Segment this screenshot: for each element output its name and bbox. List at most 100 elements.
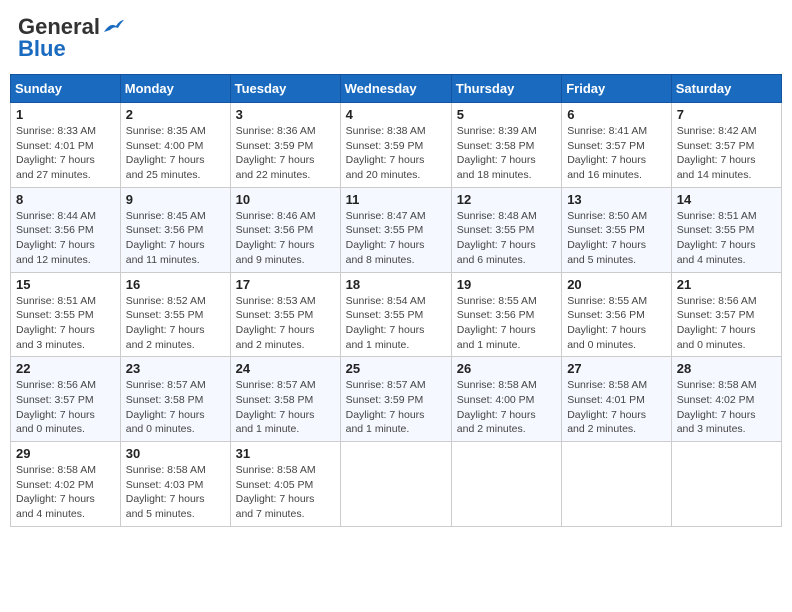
day-info: Sunrise: 8:57 AM Sunset: 3:58 PM Dayligh… <box>236 378 335 437</box>
calendar-day-cell: 24 Sunrise: 8:57 AM Sunset: 3:58 PM Dayli… <box>230 357 340 442</box>
calendar-day-cell: 23 Sunrise: 8:57 AM Sunset: 3:58 PM Dayli… <box>120 357 230 442</box>
calendar-day-cell: 10Sunrise: 8:46 AM Sunset: 3:56 PM Dayli… <box>230 187 340 272</box>
day-number: 13 <box>567 192 666 207</box>
day-of-week-header: Monday <box>120 75 230 103</box>
day-info: Sunrise: 8:58 AM Sunset: 4:01 PM Dayligh… <box>567 378 666 437</box>
day-of-week-header: Friday <box>562 75 672 103</box>
calendar-day-cell: 12 Sunrise: 8:48 AM Sunset: 3:55 PM Dayli… <box>451 187 561 272</box>
calendar-day-cell <box>562 442 672 527</box>
day-info: Sunrise: 8:55 AM Sunset: 3:56 PM Dayligh… <box>457 294 556 353</box>
day-info: Sunrise: 8:33 AM Sunset: 4:01 PM Dayligh… <box>16 124 115 183</box>
day-number: 11 <box>346 192 446 207</box>
day-info: Sunrise: 8:35 AM Sunset: 4:00 PM Dayligh… <box>126 124 225 183</box>
calendar-day-cell: 17Sunrise: 8:53 AM Sunset: 3:55 PM Dayli… <box>230 272 340 357</box>
day-info: Sunrise: 8:58 AM Sunset: 4:02 PM Dayligh… <box>16 463 115 522</box>
calendar-day-cell: 1 Sunrise: 8:33 AM Sunset: 4:01 PM Daylig… <box>11 103 121 188</box>
calendar-day-cell: 31Sunrise: 8:58 AM Sunset: 4:05 PM Dayli… <box>230 442 340 527</box>
calendar-week-row: 22 Sunrise: 8:56 AM Sunset: 3:57 PM Dayli… <box>11 357 782 442</box>
day-number: 7 <box>677 107 776 122</box>
day-info: Sunrise: 8:47 AM Sunset: 3:55 PM Dayligh… <box>346 209 446 268</box>
day-number: 20 <box>567 277 666 292</box>
calendar-day-cell: 15 Sunrise: 8:51 AM Sunset: 3:55 PM Dayli… <box>11 272 121 357</box>
day-number: 27 <box>567 361 666 376</box>
day-number: 8 <box>16 192 115 207</box>
calendar-day-cell: 25Sunrise: 8:57 AM Sunset: 3:59 PM Dayli… <box>340 357 451 442</box>
day-of-week-header: Tuesday <box>230 75 340 103</box>
day-number: 30 <box>126 446 225 461</box>
day-number: 9 <box>126 192 225 207</box>
day-number: 10 <box>236 192 335 207</box>
calendar-day-cell <box>671 442 781 527</box>
calendar-day-cell: 11 Sunrise: 8:47 AM Sunset: 3:55 PM Dayli… <box>340 187 451 272</box>
calendar-header-row: SundayMondayTuesdayWednesdayThursdayFrid… <box>11 75 782 103</box>
day-number: 17 <box>236 277 335 292</box>
calendar-day-cell: 29 Sunrise: 8:58 AM Sunset: 4:02 PM Dayli… <box>11 442 121 527</box>
day-info: Sunrise: 8:58 AM Sunset: 4:00 PM Dayligh… <box>457 378 556 437</box>
day-number: 22 <box>16 361 115 376</box>
calendar-day-cell: 21 Sunrise: 8:56 AM Sunset: 3:57 PM Dayli… <box>671 272 781 357</box>
calendar-day-cell: 28 Sunrise: 8:58 AM Sunset: 4:02 PM Dayli… <box>671 357 781 442</box>
calendar-day-cell: 13 Sunrise: 8:50 AM Sunset: 3:55 PM Dayli… <box>562 187 672 272</box>
calendar-day-cell: 8 Sunrise: 8:44 AM Sunset: 3:56 PM Daylig… <box>11 187 121 272</box>
day-number: 6 <box>567 107 666 122</box>
day-number: 23 <box>126 361 225 376</box>
day-info: Sunrise: 8:38 AM Sunset: 3:59 PM Dayligh… <box>346 124 446 183</box>
day-info: Sunrise: 8:52 AM Sunset: 3:55 PM Dayligh… <box>126 294 225 353</box>
day-info: Sunrise: 8:58 AM Sunset: 4:05 PM Dayligh… <box>236 463 335 522</box>
day-info: Sunrise: 8:54 AM Sunset: 3:55 PM Dayligh… <box>346 294 446 353</box>
day-number: 21 <box>677 277 776 292</box>
day-number: 12 <box>457 192 556 207</box>
day-info: Sunrise: 8:50 AM Sunset: 3:55 PM Dayligh… <box>567 209 666 268</box>
day-number: 29 <box>16 446 115 461</box>
day-info: Sunrise: 8:41 AM Sunset: 3:57 PM Dayligh… <box>567 124 666 183</box>
logo: General Blue <box>18 14 124 62</box>
day-number: 16 <box>126 277 225 292</box>
day-info: Sunrise: 8:56 AM Sunset: 3:57 PM Dayligh… <box>677 294 776 353</box>
day-of-week-header: Thursday <box>451 75 561 103</box>
calendar-day-cell: 5 Sunrise: 8:39 AM Sunset: 3:58 PM Daylig… <box>451 103 561 188</box>
calendar-day-cell <box>451 442 561 527</box>
calendar-day-cell: 19Sunrise: 8:55 AM Sunset: 3:56 PM Dayli… <box>451 272 561 357</box>
day-info: Sunrise: 8:36 AM Sunset: 3:59 PM Dayligh… <box>236 124 335 183</box>
calendar-day-cell: 14Sunrise: 8:51 AM Sunset: 3:55 PM Dayli… <box>671 187 781 272</box>
day-of-week-header: Saturday <box>671 75 781 103</box>
day-info: Sunrise: 8:58 AM Sunset: 4:03 PM Dayligh… <box>126 463 225 522</box>
page-header: General Blue <box>10 10 782 66</box>
day-number: 5 <box>457 107 556 122</box>
day-number: 24 <box>236 361 335 376</box>
calendar-day-cell: 18 Sunrise: 8:54 AM Sunset: 3:55 PM Dayli… <box>340 272 451 357</box>
calendar-week-row: 29 Sunrise: 8:58 AM Sunset: 4:02 PM Dayli… <box>11 442 782 527</box>
calendar-day-cell: 30 Sunrise: 8:58 AM Sunset: 4:03 PM Dayli… <box>120 442 230 527</box>
calendar-day-cell: 26 Sunrise: 8:58 AM Sunset: 4:00 PM Dayli… <box>451 357 561 442</box>
day-number: 2 <box>126 107 225 122</box>
calendar-day-cell: 6 Sunrise: 8:41 AM Sunset: 3:57 PM Daylig… <box>562 103 672 188</box>
day-number: 18 <box>346 277 446 292</box>
calendar-day-cell: 7Sunrise: 8:42 AM Sunset: 3:57 PM Daylig… <box>671 103 781 188</box>
day-info: Sunrise: 8:48 AM Sunset: 3:55 PM Dayligh… <box>457 209 556 268</box>
day-info: Sunrise: 8:56 AM Sunset: 3:57 PM Dayligh… <box>16 378 115 437</box>
calendar-day-cell: 20Sunrise: 8:55 AM Sunset: 3:56 PM Dayli… <box>562 272 672 357</box>
calendar-day-cell: 4 Sunrise: 8:38 AM Sunset: 3:59 PM Daylig… <box>340 103 451 188</box>
calendar-week-row: 8 Sunrise: 8:44 AM Sunset: 3:56 PM Daylig… <box>11 187 782 272</box>
day-of-week-header: Wednesday <box>340 75 451 103</box>
calendar-week-row: 15 Sunrise: 8:51 AM Sunset: 3:55 PM Dayli… <box>11 272 782 357</box>
day-info: Sunrise: 8:39 AM Sunset: 3:58 PM Dayligh… <box>457 124 556 183</box>
day-number: 15 <box>16 277 115 292</box>
day-info: Sunrise: 8:58 AM Sunset: 4:02 PM Dayligh… <box>677 378 776 437</box>
calendar-day-cell: 9 Sunrise: 8:45 AM Sunset: 3:56 PM Daylig… <box>120 187 230 272</box>
day-info: Sunrise: 8:45 AM Sunset: 3:56 PM Dayligh… <box>126 209 225 268</box>
day-info: Sunrise: 8:51 AM Sunset: 3:55 PM Dayligh… <box>16 294 115 353</box>
day-number: 26 <box>457 361 556 376</box>
day-number: 1 <box>16 107 115 122</box>
day-info: Sunrise: 8:57 AM Sunset: 3:58 PM Dayligh… <box>126 378 225 437</box>
logo-blue: Blue <box>18 36 66 62</box>
day-number: 4 <box>346 107 446 122</box>
day-of-week-header: Sunday <box>11 75 121 103</box>
calendar-day-cell: 16 Sunrise: 8:52 AM Sunset: 3:55 PM Dayli… <box>120 272 230 357</box>
day-info: Sunrise: 8:44 AM Sunset: 3:56 PM Dayligh… <box>16 209 115 268</box>
day-number: 14 <box>677 192 776 207</box>
day-number: 3 <box>236 107 335 122</box>
logo-bird-icon <box>102 18 124 36</box>
day-number: 28 <box>677 361 776 376</box>
calendar-day-cell: 2 Sunrise: 8:35 AM Sunset: 4:00 PM Daylig… <box>120 103 230 188</box>
